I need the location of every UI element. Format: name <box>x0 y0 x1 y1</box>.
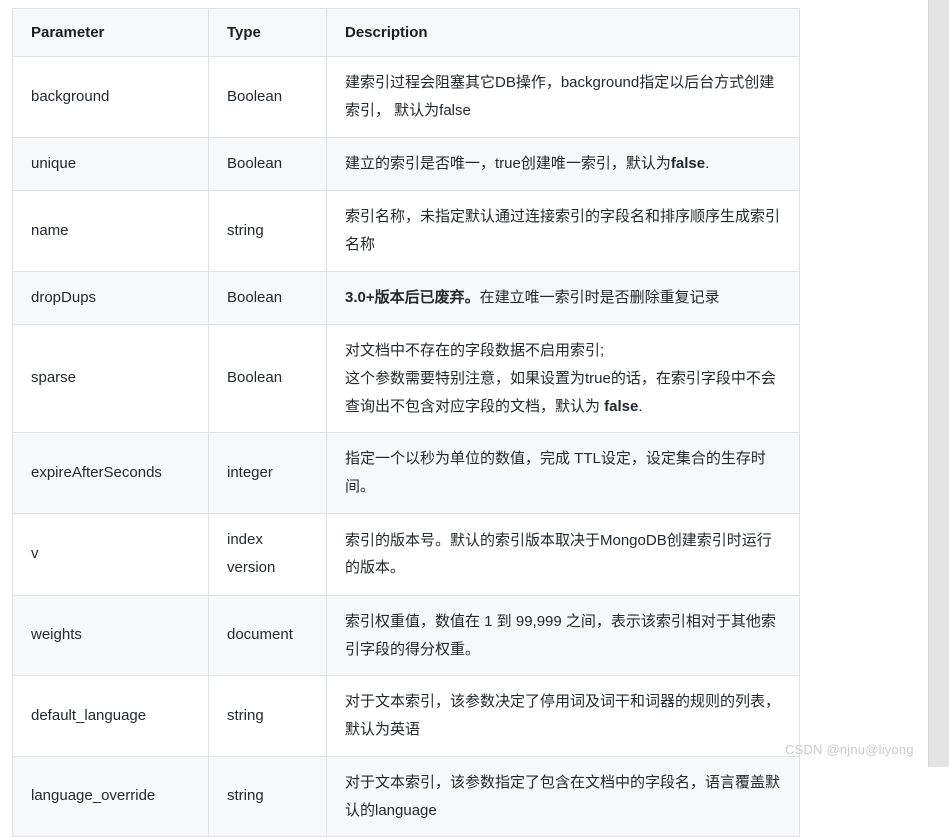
description-text-tail: . <box>638 397 643 415</box>
cell-parameter: expireAfterSeconds <box>12 432 209 514</box>
cell-type: Boolean <box>208 136 327 191</box>
description-emphasis: 3.0+版本后已废弃。 <box>345 288 480 306</box>
page-gutter <box>928 0 949 767</box>
column-header-type: Type <box>208 8 327 57</box>
cell-type: Boolean <box>208 56 327 138</box>
table-row: dropDups Boolean 3.0+版本后已废弃。在建立唯一索引时是否删除… <box>12 270 800 325</box>
table-header-row: Parameter Type Description <box>12 8 800 57</box>
cell-type: string <box>208 755 327 837</box>
column-header-parameter: Parameter <box>12 8 209 57</box>
description-line-2: 这个参数需要特别注意，如果设置为true的话，在索引字段中不会查询出不包含对应字… <box>345 369 776 415</box>
column-header-description: Description <box>326 8 800 57</box>
table-body: background Boolean 建索引过程会阻塞其它DB操作，backgr… <box>12 56 800 837</box>
cell-parameter: name <box>12 190 209 272</box>
description-text-tail: . <box>705 154 710 172</box>
cell-parameter: language_override <box>12 755 209 837</box>
cell-description: 对于文本索引，该参数指定了包含在文档中的字段名，语言覆盖默认的language <box>326 755 800 837</box>
cell-parameter: unique <box>12 136 209 191</box>
table-row: sparse Boolean 对文档中不存在的字段数据不启用索引; 这个参数需要特… <box>12 323 800 434</box>
cell-description: 对文档中不存在的字段数据不启用索引; 这个参数需要特别注意，如果设置为true的话… <box>326 323 800 434</box>
cell-description: 3.0+版本后已废弃。在建立唯一索引时是否删除重复记录 <box>326 270 800 325</box>
cell-description: 对于文本索引，该参数决定了停用词及词干和词器的规则的列表， 默认为英语 <box>326 675 800 757</box>
index-parameters-table: Parameter Type Description background Bo… <box>12 8 800 837</box>
table-row: background Boolean 建索引过程会阻塞其它DB操作，backgr… <box>12 56 800 138</box>
cell-type: document <box>208 594 327 677</box>
table-row: v index version 索引的版本号。默认的索引版本取决于MongoDB… <box>12 512 800 596</box>
cell-description: 指定一个以秒为单位的数值，完成 TTL设定，设定集合的生存时间。 <box>326 432 800 514</box>
table-row: weights document 索引权重值，数值在 1 到 99,999 之间… <box>12 594 800 677</box>
cell-parameter: default_language <box>12 675 209 757</box>
cell-type: string <box>208 675 327 757</box>
cell-type: Boolean <box>208 270 327 325</box>
description-text: 在建立唯一索引时是否删除重复记录 <box>479 288 720 306</box>
document-area: Parameter Type Description background Bo… <box>0 0 928 837</box>
description-text: 建立的索引是否唯一，true创建唯一索引，默认为 <box>345 154 671 172</box>
cell-parameter: v <box>12 512 209 596</box>
cell-description: 索引权重值，数值在 1 到 99,999 之间，表示该索引相对于其他索引字段的得… <box>326 594 800 677</box>
cell-parameter: dropDups <box>12 270 209 325</box>
table-row: default_language string 对于文本索引，该参数决定了停用词… <box>12 675 800 757</box>
table-row: expireAfterSeconds integer 指定一个以秒为单位的数值，… <box>12 432 800 514</box>
cell-description: 建立的索引是否唯一，true创建唯一索引，默认为false. <box>326 136 800 191</box>
description-emphasis: false <box>604 397 639 415</box>
table-row: name string 索引名称，未指定默认通过连接索引的字段名和排序顺序生成索… <box>12 190 800 272</box>
table-row: unique Boolean 建立的索引是否唯一，true创建唯一索引，默认为f… <box>12 136 800 191</box>
cell-parameter: background <box>12 56 209 138</box>
table-row: language_override string 对于文本索引，该参数指定了包含… <box>12 755 800 837</box>
cell-type: index version <box>208 512 327 596</box>
table-header: Parameter Type Description <box>12 8 800 57</box>
cell-description: 索引名称，未指定默认通过连接索引的字段名和排序顺序生成索引名称 <box>326 190 800 272</box>
cell-parameter: weights <box>12 594 209 677</box>
csdn-watermark: CSDN @njnu@liyong <box>785 742 914 757</box>
cell-description: 索引的版本号。默认的索引版本取决于MongoDB创建索引时运行的版本。 <box>326 512 800 596</box>
cell-parameter: sparse <box>12 323 209 434</box>
cell-type: Boolean <box>208 323 327 434</box>
cell-type: string <box>208 190 327 272</box>
cell-type: integer <box>208 432 327 514</box>
cell-description: 建索引过程会阻塞其它DB操作，background指定以后台方式创建索引， 默认… <box>326 56 800 138</box>
description-emphasis: false <box>670 154 706 172</box>
description-line-1: 对文档中不存在的字段数据不启用索引; <box>345 342 605 359</box>
